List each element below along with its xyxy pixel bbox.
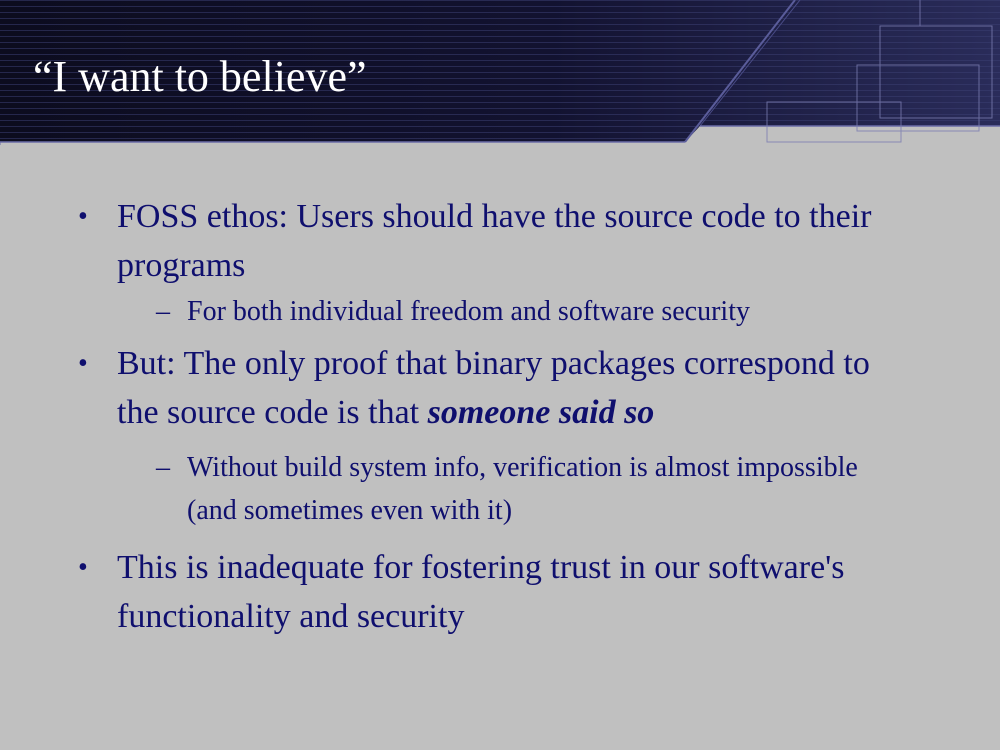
slide-title: “I want to believe”: [33, 52, 367, 101]
bullet-text: This is inadequate for fostering trust i…: [117, 549, 845, 635]
bullet-dot-icon: •: [78, 552, 88, 583]
slide: “I want to believe” • FOSS ethos: Users …: [0, 0, 1000, 750]
bullet-emphasis: someone said so: [427, 394, 655, 431]
sub-bullet-item: – Without build system info, verificatio…: [78, 446, 908, 532]
sub-bullet-text: For both individual freedom and software…: [187, 296, 750, 327]
sub-bullet-text: Without build system info, verification …: [187, 452, 858, 526]
bullet-item: • This is inadequate for fostering trust…: [78, 543, 908, 641]
bullet-text: FOSS ethos: Users should have the source…: [117, 198, 872, 284]
bullet-dot-icon: •: [78, 348, 88, 379]
bullet-dot-icon: •: [78, 201, 88, 232]
dash-icon: –: [156, 296, 170, 327]
bullet-list: • FOSS ethos: Users should have the sour…: [78, 192, 908, 641]
dash-icon: –: [156, 452, 170, 483]
bullet-item: • FOSS ethos: Users should have the sour…: [78, 192, 908, 290]
bullet-item: • But: The only proof that binary packag…: [78, 339, 908, 437]
sub-bullet-item: – For both individual freedom and softwa…: [78, 290, 908, 333]
